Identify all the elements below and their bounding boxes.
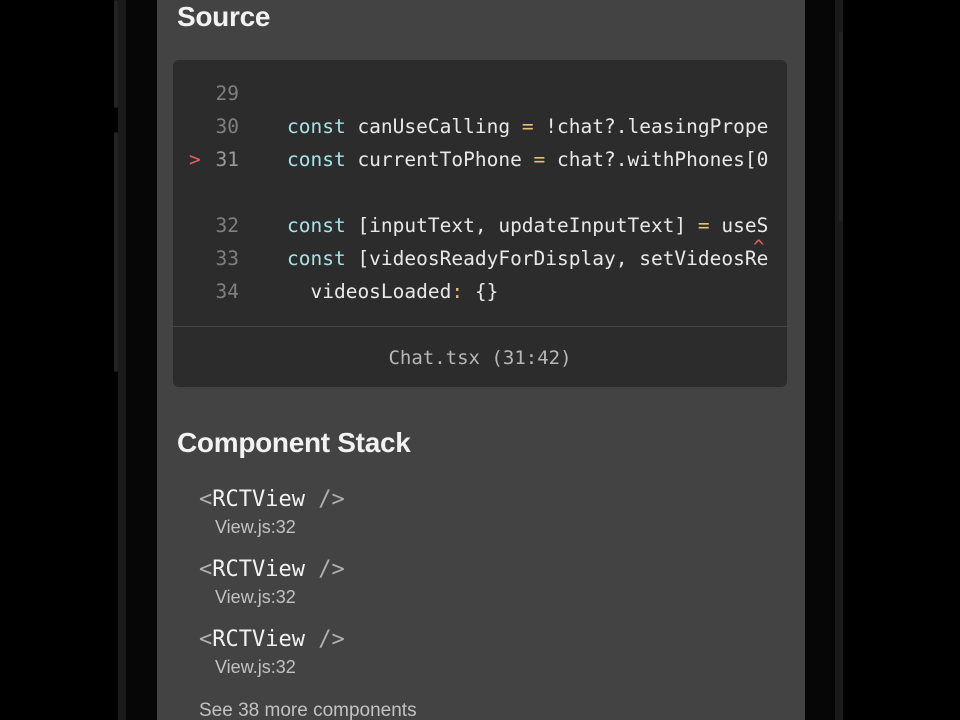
code-text: const canUseCalling = !chat?.leasingProp… xyxy=(287,115,769,138)
see-more-components-link[interactable]: See 38 more components xyxy=(199,700,417,720)
line-number: 29 xyxy=(215,82,239,105)
component-name: <RCTView /> xyxy=(199,627,345,652)
line-number: 34 xyxy=(215,280,239,303)
phone-bezel-left xyxy=(114,0,126,720)
component-name: <RCTView /> xyxy=(199,557,345,582)
source-file-location[interactable]: Chat.tsx (31:42) xyxy=(173,326,787,387)
volume-button xyxy=(114,0,118,108)
code-frame[interactable]: 29 30 const canUseCalling = !chat?.leasing… xyxy=(173,60,787,387)
error-caret: ^ xyxy=(753,236,765,258)
stack-item[interactable]: <RCTView /> View.js:32 xyxy=(199,556,345,610)
line-number: 32 xyxy=(215,214,239,237)
component-source-file: View.js:32 xyxy=(215,517,296,537)
stack-item[interactable]: <RCTView /> View.js:32 xyxy=(199,626,345,680)
code-lines: 29 30 const canUseCalling = !chat?.leasing… xyxy=(173,60,771,326)
code-text: const [videosReadyForDisplay, setVideosR… xyxy=(287,247,769,270)
error-overlay-screen[interactable]: Source 29 30 const canUseCalling = !chat?.… xyxy=(157,0,805,720)
code-text: const [inputText, updateInputText] = use… xyxy=(287,214,769,237)
phone-bezel-right xyxy=(835,0,843,720)
source-section-title: Source xyxy=(177,1,271,32)
error-line-marker: > xyxy=(189,148,201,171)
code-text: videosLoaded: {} xyxy=(287,280,499,303)
component-source-file: View.js:32 xyxy=(215,657,296,677)
line-number: 30 xyxy=(215,115,239,138)
component-source-file: View.js:32 xyxy=(215,587,296,607)
code-text: const currentToPhone = chat?.withPhones[… xyxy=(287,148,769,171)
line-number: 33 xyxy=(215,247,239,270)
line-number: 31 xyxy=(215,148,239,171)
stack-item[interactable]: <RCTView /> View.js:32 xyxy=(199,486,345,540)
power-button xyxy=(839,32,843,222)
component-name: <RCTView /> xyxy=(199,487,345,512)
component-stack-title: Component Stack xyxy=(177,427,411,458)
side-button xyxy=(114,132,118,372)
